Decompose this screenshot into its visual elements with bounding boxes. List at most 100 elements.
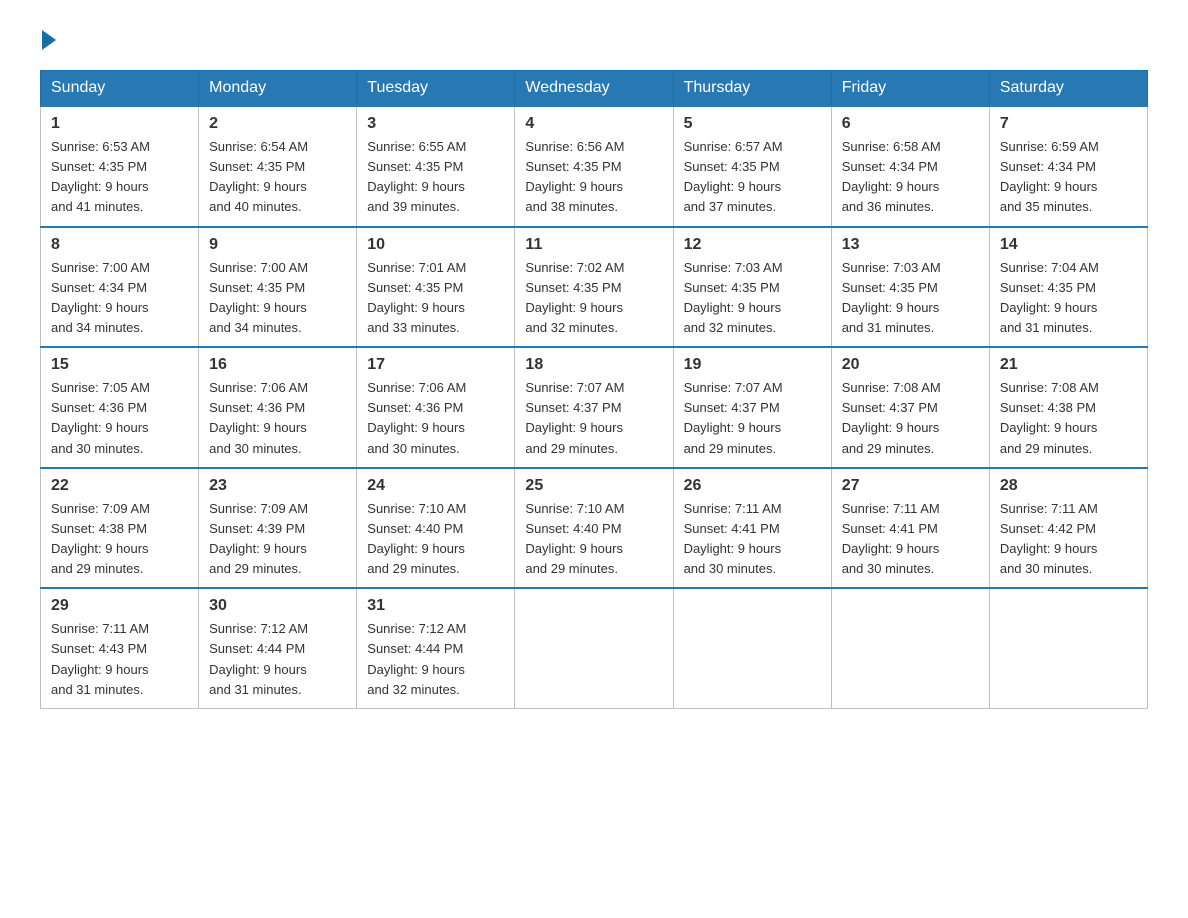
day-number: 23: [209, 477, 346, 495]
day-number: 24: [367, 477, 504, 495]
calendar-cell: 8 Sunrise: 7:00 AMSunset: 4:34 PMDaylight…: [41, 227, 199, 348]
calendar-cell: [989, 588, 1147, 708]
calendar-cell: 9 Sunrise: 7:00 AMSunset: 4:35 PMDaylight…: [199, 227, 357, 348]
day-info: Sunrise: 6:55 AMSunset: 4:35 PMDaylight:…: [367, 137, 504, 218]
day-number: 26: [684, 477, 821, 495]
day-info: Sunrise: 7:10 AMSunset: 4:40 PMDaylight:…: [525, 499, 662, 580]
calendar-week-row: 1 Sunrise: 6:53 AMSunset: 4:35 PMDaylight…: [41, 106, 1148, 227]
calendar-cell: 28 Sunrise: 7:11 AMSunset: 4:42 PMDayligh…: [989, 468, 1147, 589]
calendar-cell: 6 Sunrise: 6:58 AMSunset: 4:34 PMDaylight…: [831, 106, 989, 227]
calendar-cell: 2 Sunrise: 6:54 AMSunset: 4:35 PMDaylight…: [199, 106, 357, 227]
day-number: 17: [367, 356, 504, 374]
calendar-cell: 24 Sunrise: 7:10 AMSunset: 4:40 PMDayligh…: [357, 468, 515, 589]
day-number: 7: [1000, 115, 1137, 133]
calendar-cell: 29 Sunrise: 7:11 AMSunset: 4:43 PMDayligh…: [41, 588, 199, 708]
day-number: 6: [842, 115, 979, 133]
day-number: 29: [51, 597, 188, 615]
day-info: Sunrise: 7:05 AMSunset: 4:36 PMDaylight:…: [51, 378, 188, 459]
calendar-cell: 18Sunrise: 7:07 AMSunset: 4:37 PMDayligh…: [515, 347, 673, 468]
day-number: 16: [209, 356, 346, 374]
calendar-cell: 1 Sunrise: 6:53 AMSunset: 4:35 PMDaylight…: [41, 106, 199, 227]
weekday-header-monday: Monday: [199, 71, 357, 107]
day-info: Sunrise: 7:08 AMSunset: 4:38 PMDaylight:…: [1000, 378, 1137, 459]
logo-arrow-icon: [42, 30, 56, 50]
day-number: 20: [842, 356, 979, 374]
calendar-cell: 30Sunrise: 7:12 AMSunset: 4:44 PMDayligh…: [199, 588, 357, 708]
day-info: Sunrise: 6:59 AMSunset: 4:34 PMDaylight:…: [1000, 137, 1137, 218]
calendar-cell: 26 Sunrise: 7:11 AMSunset: 4:41 PMDayligh…: [673, 468, 831, 589]
day-number: 3: [367, 115, 504, 133]
calendar-cell: [515, 588, 673, 708]
day-info: Sunrise: 7:03 AMSunset: 4:35 PMDaylight:…: [842, 258, 979, 339]
weekday-header-wednesday: Wednesday: [515, 71, 673, 107]
day-info: Sunrise: 7:09 AMSunset: 4:39 PMDaylight:…: [209, 499, 346, 580]
calendar-cell: 31Sunrise: 7:12 AMSunset: 4:44 PMDayligh…: [357, 588, 515, 708]
day-info: Sunrise: 7:04 AMSunset: 4:35 PMDaylight:…: [1000, 258, 1137, 339]
day-info: Sunrise: 7:10 AMSunset: 4:40 PMDaylight:…: [367, 499, 504, 580]
day-info: Sunrise: 7:09 AMSunset: 4:38 PMDaylight:…: [51, 499, 188, 580]
day-number: 15: [51, 356, 188, 374]
day-info: Sunrise: 6:56 AMSunset: 4:35 PMDaylight:…: [525, 137, 662, 218]
day-info: Sunrise: 7:02 AMSunset: 4:35 PMDaylight:…: [525, 258, 662, 339]
day-info: Sunrise: 7:11 AMSunset: 4:43 PMDaylight:…: [51, 619, 188, 700]
day-number: 28: [1000, 477, 1137, 495]
calendar-cell: 23 Sunrise: 7:09 AMSunset: 4:39 PMDayligh…: [199, 468, 357, 589]
day-number: 8: [51, 236, 188, 254]
day-info: Sunrise: 7:11 AMSunset: 4:41 PMDaylight:…: [684, 499, 821, 580]
calendar-cell: 22 Sunrise: 7:09 AMSunset: 4:38 PMDayligh…: [41, 468, 199, 589]
calendar-cell: 16 Sunrise: 7:06 AMSunset: 4:36 PMDayligh…: [199, 347, 357, 468]
day-number: 27: [842, 477, 979, 495]
day-info: Sunrise: 7:07 AMSunset: 4:37 PMDaylight:…: [525, 378, 662, 459]
weekday-header-thursday: Thursday: [673, 71, 831, 107]
weekday-header-sunday: Sunday: [41, 71, 199, 107]
day-info: Sunrise: 7:03 AMSunset: 4:35 PMDaylight:…: [684, 258, 821, 339]
day-info: Sunrise: 7:11 AMSunset: 4:42 PMDaylight:…: [1000, 499, 1137, 580]
day-info: Sunrise: 7:11 AMSunset: 4:41 PMDaylight:…: [842, 499, 979, 580]
calendar-cell: 7 Sunrise: 6:59 AMSunset: 4:34 PMDaylight…: [989, 106, 1147, 227]
day-number: 11: [525, 236, 662, 254]
day-info: Sunrise: 7:00 AMSunset: 4:34 PMDaylight:…: [51, 258, 188, 339]
day-info: Sunrise: 7:06 AMSunset: 4:36 PMDaylight:…: [209, 378, 346, 459]
calendar-cell: 25Sunrise: 7:10 AMSunset: 4:40 PMDayligh…: [515, 468, 673, 589]
day-info: Sunrise: 6:53 AMSunset: 4:35 PMDaylight:…: [51, 137, 188, 218]
page-header: [40, 30, 1148, 50]
calendar-cell: 4 Sunrise: 6:56 AMSunset: 4:35 PMDaylight…: [515, 106, 673, 227]
day-number: 9: [209, 236, 346, 254]
day-number: 13: [842, 236, 979, 254]
calendar-cell: 12 Sunrise: 7:03 AMSunset: 4:35 PMDayligh…: [673, 227, 831, 348]
day-info: Sunrise: 7:00 AMSunset: 4:35 PMDaylight:…: [209, 258, 346, 339]
calendar-cell: [673, 588, 831, 708]
day-info: Sunrise: 7:12 AMSunset: 4:44 PMDaylight:…: [367, 619, 504, 700]
day-number: 12: [684, 236, 821, 254]
day-info: Sunrise: 7:07 AMSunset: 4:37 PMDaylight:…: [684, 378, 821, 459]
calendar-cell: 5Sunrise: 6:57 AMSunset: 4:35 PMDaylight…: [673, 106, 831, 227]
calendar-cell: 14Sunrise: 7:04 AMSunset: 4:35 PMDayligh…: [989, 227, 1147, 348]
calendar-cell: 15 Sunrise: 7:05 AMSunset: 4:36 PMDayligh…: [41, 347, 199, 468]
calendar-table: SundayMondayTuesdayWednesdayThursdayFrid…: [40, 70, 1148, 709]
day-info: Sunrise: 6:57 AMSunset: 4:35 PMDaylight:…: [684, 137, 821, 218]
day-info: Sunrise: 7:12 AMSunset: 4:44 PMDaylight:…: [209, 619, 346, 700]
calendar-week-row: 15 Sunrise: 7:05 AMSunset: 4:36 PMDayligh…: [41, 347, 1148, 468]
day-number: 22: [51, 477, 188, 495]
day-number: 1: [51, 115, 188, 133]
logo: [40, 30, 58, 50]
day-info: Sunrise: 6:58 AMSunset: 4:34 PMDaylight:…: [842, 137, 979, 218]
day-number: 2: [209, 115, 346, 133]
day-number: 4: [525, 115, 662, 133]
calendar-cell: 3 Sunrise: 6:55 AMSunset: 4:35 PMDaylight…: [357, 106, 515, 227]
calendar-cell: 10 Sunrise: 7:01 AMSunset: 4:35 PMDayligh…: [357, 227, 515, 348]
calendar-cell: 17 Sunrise: 7:06 AMSunset: 4:36 PMDayligh…: [357, 347, 515, 468]
day-info: Sunrise: 7:06 AMSunset: 4:36 PMDaylight:…: [367, 378, 504, 459]
weekday-header-tuesday: Tuesday: [357, 71, 515, 107]
calendar-cell: 11 Sunrise: 7:02 AMSunset: 4:35 PMDayligh…: [515, 227, 673, 348]
day-number: 10: [367, 236, 504, 254]
day-number: 21: [1000, 356, 1137, 374]
calendar-cell: 13 Sunrise: 7:03 AMSunset: 4:35 PMDayligh…: [831, 227, 989, 348]
day-info: Sunrise: 7:01 AMSunset: 4:35 PMDaylight:…: [367, 258, 504, 339]
calendar-cell: [831, 588, 989, 708]
day-info: Sunrise: 6:54 AMSunset: 4:35 PMDaylight:…: [209, 137, 346, 218]
calendar-week-row: 22 Sunrise: 7:09 AMSunset: 4:38 PMDayligh…: [41, 468, 1148, 589]
day-info: Sunrise: 7:08 AMSunset: 4:37 PMDaylight:…: [842, 378, 979, 459]
day-number: 19: [684, 356, 821, 374]
calendar-cell: 21 Sunrise: 7:08 AMSunset: 4:38 PMDayligh…: [989, 347, 1147, 468]
